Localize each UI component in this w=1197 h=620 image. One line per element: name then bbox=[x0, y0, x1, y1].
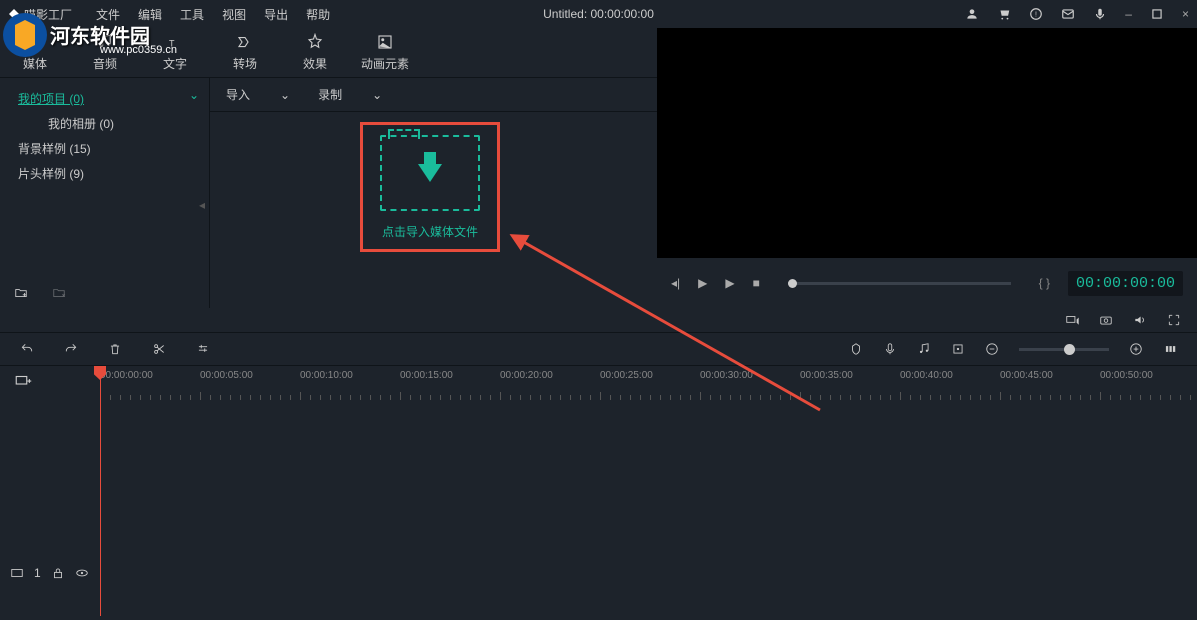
undo-button[interactable] bbox=[20, 342, 34, 356]
voice-icon[interactable] bbox=[883, 342, 897, 356]
tab-elements[interactable]: 动画元素 bbox=[350, 33, 420, 72]
notification-icon[interactable]: ! bbox=[1029, 7, 1043, 21]
ruler-label: 00:00:25:00 bbox=[600, 370, 653, 381]
ruler-label: 00:00:30:00 bbox=[700, 370, 753, 381]
ruler-label: 00:00:00:00 bbox=[100, 370, 153, 381]
tab-audio[interactable]: 音频 bbox=[70, 33, 140, 72]
tree-my-album[interactable]: 我的相册 (0) bbox=[18, 111, 209, 136]
close-button[interactable]: × bbox=[1182, 7, 1189, 21]
import-dropdown[interactable]: 导入⌄ bbox=[226, 86, 290, 103]
timeline: 00:00:00:00 00:00:05:00 00:00:10:00 00:00:1… bbox=[0, 366, 1197, 620]
ruler-label: 00:00:50:00 bbox=[1100, 370, 1153, 381]
tab-media[interactable]: 媒体 bbox=[0, 33, 70, 72]
tree-bg-samples[interactable]: 背景样例 (15) bbox=[18, 136, 209, 161]
eye-icon[interactable] bbox=[75, 566, 89, 580]
preview-slider[interactable] bbox=[788, 282, 1011, 285]
stop-button[interactable]: ■ bbox=[753, 276, 760, 290]
maximize-button[interactable] bbox=[1150, 7, 1164, 21]
collapse-icon[interactable]: ⌄ bbox=[189, 88, 199, 102]
ruler-label: 00:00:45:00 bbox=[1000, 370, 1053, 381]
new-folder-icon[interactable] bbox=[14, 286, 28, 300]
delete-folder-icon[interactable] bbox=[52, 286, 66, 300]
quality-icon[interactable] bbox=[1065, 313, 1079, 327]
cut-button[interactable] bbox=[152, 342, 166, 356]
music-icon[interactable] bbox=[917, 342, 931, 356]
track-area[interactable] bbox=[100, 400, 1197, 620]
project-title: Untitled: 00:00:00:00 bbox=[543, 7, 654, 21]
sidebar-collapse-icon[interactable]: ◂ bbox=[199, 198, 205, 212]
zoom-out-button[interactable] bbox=[985, 342, 999, 356]
zoom-slider[interactable] bbox=[1019, 348, 1109, 351]
track-header[interactable]: 1 bbox=[10, 566, 89, 580]
menu-edit[interactable]: 编辑 bbox=[138, 6, 162, 23]
preview-viewport[interactable] bbox=[657, 28, 1197, 258]
app-logo: 喵影工厂 bbox=[8, 6, 72, 23]
preview-panel: ◂| ▶ ▶ ■ { } 00:00:00:00 bbox=[657, 28, 1197, 308]
import-folder-icon bbox=[380, 135, 480, 211]
playhead[interactable] bbox=[100, 366, 101, 616]
fullscreen-icon[interactable] bbox=[1167, 313, 1181, 327]
ruler-label: 00:00:35:00 bbox=[800, 370, 853, 381]
edit-toolbar bbox=[0, 332, 1197, 366]
ruler-label: 00:00:40:00 bbox=[900, 370, 953, 381]
menu-help[interactable]: 帮助 bbox=[306, 6, 330, 23]
menu-view[interactable]: 视图 bbox=[222, 6, 246, 23]
tab-effects[interactable]: 效果 bbox=[280, 33, 350, 72]
zoom-in-button[interactable] bbox=[1129, 342, 1143, 356]
ruler-label: 00:00:10:00 bbox=[300, 370, 353, 381]
record-dropdown[interactable]: 录制⌄ bbox=[318, 86, 382, 103]
minimize-button[interactable]: – bbox=[1125, 7, 1132, 21]
time-ruler[interactable]: 00:00:00:00 00:00:05:00 00:00:10:00 00:00:1… bbox=[0, 366, 1197, 400]
titlebar: 喵影工厂 文件 编辑 工具 视图 导出 帮助 Untitled: 00:00:0… bbox=[0, 0, 1197, 28]
svg-text:!: ! bbox=[1035, 11, 1037, 18]
tab-text[interactable]: T 文字 bbox=[140, 33, 210, 72]
lock-icon[interactable] bbox=[51, 566, 65, 580]
svg-text:T: T bbox=[169, 39, 175, 49]
delete-button[interactable] bbox=[108, 342, 122, 356]
import-media-zone[interactable]: 点击导入媒体文件 bbox=[360, 122, 500, 252]
ruler-label: 00:00:20:00 bbox=[500, 370, 553, 381]
adjust-button[interactable] bbox=[196, 342, 210, 356]
tree-my-projects[interactable]: 我的项目 (0) bbox=[18, 86, 209, 111]
crop-icon[interactable] bbox=[951, 342, 965, 356]
menu-export[interactable]: 导出 bbox=[264, 6, 288, 23]
preview-timecode: 00:00:00:00 bbox=[1068, 271, 1183, 296]
mic-icon[interactable] bbox=[1093, 7, 1107, 21]
next-frame-button[interactable]: ▶ bbox=[725, 276, 734, 290]
redo-button[interactable] bbox=[64, 342, 78, 356]
project-sidebar: ⌄ 我的项目 (0) 我的相册 (0) 背景样例 (15) 片头样例 (9) ◂ bbox=[0, 78, 210, 308]
tab-transition[interactable]: 转场 bbox=[210, 33, 280, 72]
fit-zoom-button[interactable] bbox=[1163, 342, 1177, 356]
tree-intro-samples[interactable]: 片头样例 (9) bbox=[18, 161, 209, 186]
menu-file[interactable]: 文件 bbox=[96, 6, 120, 23]
prev-frame-button[interactable]: ◂| bbox=[671, 276, 680, 290]
marker-icon[interactable] bbox=[849, 342, 863, 356]
menu-tools[interactable]: 工具 bbox=[180, 6, 204, 23]
main-menu: 文件 编辑 工具 视图 导出 帮助 bbox=[96, 6, 330, 23]
import-media-label: 点击导入媒体文件 bbox=[382, 223, 478, 240]
ruler-label: 00:00:15:00 bbox=[400, 370, 453, 381]
mark-braces[interactable]: { } bbox=[1039, 276, 1050, 290]
message-icon[interactable] bbox=[1061, 7, 1075, 21]
volume-icon[interactable] bbox=[1133, 313, 1147, 327]
cart-icon[interactable] bbox=[997, 7, 1011, 21]
snapshot-icon[interactable] bbox=[1099, 313, 1113, 327]
account-icon[interactable] bbox=[965, 7, 979, 21]
play-button[interactable]: ▶ bbox=[698, 276, 707, 290]
ruler-label: 00:00:05:00 bbox=[200, 370, 253, 381]
